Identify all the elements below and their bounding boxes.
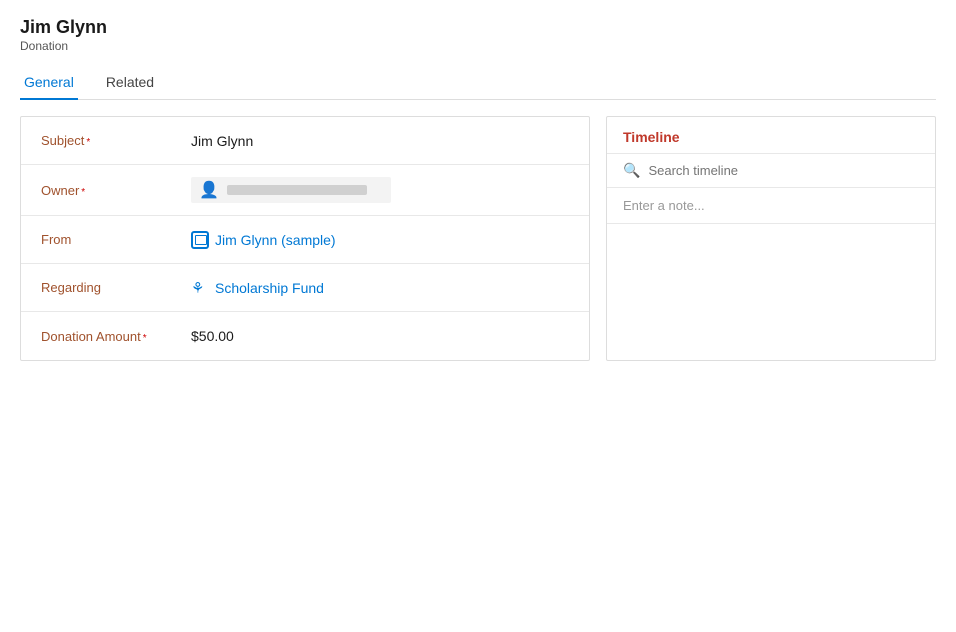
timeline-note-input[interactable]: Enter a note...: [607, 188, 935, 224]
content-area: Subject* Jim Glynn Owner* 👤 From: [20, 116, 936, 361]
value-regarding[interactable]: ⚘ Scholarship Fund: [191, 279, 569, 297]
form-panel: Subject* Jim Glynn Owner* 👤 From: [20, 116, 590, 361]
required-indicator-owner: *: [81, 187, 85, 198]
label-from: From: [41, 232, 191, 247]
owner-input[interactable]: 👤: [191, 177, 391, 203]
tab-general[interactable]: General: [20, 66, 78, 100]
from-text: Jim Glynn (sample): [215, 232, 336, 248]
timeline-header: Timeline: [607, 117, 935, 154]
timeline-panel: Timeline 🔍 Enter a note...: [606, 116, 936, 361]
required-indicator-subject: *: [86, 137, 90, 148]
required-indicator-donation: *: [143, 333, 147, 344]
field-row-regarding: Regarding ⚘ Scholarship Fund: [21, 264, 589, 312]
record-title: Jim Glynn: [20, 16, 936, 39]
timeline-search-input[interactable]: [648, 163, 919, 178]
tabs-bar: General Related: [20, 65, 936, 100]
label-subject: Subject*: [41, 133, 191, 148]
field-row-donation-amount: Donation Amount* $50.00: [21, 312, 589, 360]
value-from[interactable]: Jim Glynn (sample): [191, 231, 569, 249]
label-donation-amount: Donation Amount*: [41, 329, 191, 344]
fund-icon: ⚘: [191, 279, 209, 297]
contact-icon: [191, 231, 209, 249]
field-row-subject: Subject* Jim Glynn: [21, 117, 589, 165]
regarding-text: Scholarship Fund: [215, 280, 324, 296]
field-row-from: From Jim Glynn (sample): [21, 216, 589, 264]
tab-related[interactable]: Related: [102, 66, 158, 100]
owner-bar: [227, 185, 367, 195]
field-row-owner: Owner* 👤: [21, 165, 589, 216]
search-icon: 🔍: [623, 162, 640, 179]
label-regarding: Regarding: [41, 280, 191, 295]
timeline-search-bar[interactable]: 🔍: [607, 154, 935, 188]
value-owner[interactable]: 👤: [191, 177, 569, 203]
value-subject[interactable]: Jim Glynn: [191, 133, 569, 149]
label-owner: Owner*: [41, 183, 191, 198]
record-subtitle: Donation: [20, 39, 936, 53]
value-donation-amount[interactable]: $50.00: [191, 328, 569, 344]
page-container: Jim Glynn Donation General Related Subje…: [0, 0, 956, 377]
person-icon: 👤: [199, 180, 219, 200]
